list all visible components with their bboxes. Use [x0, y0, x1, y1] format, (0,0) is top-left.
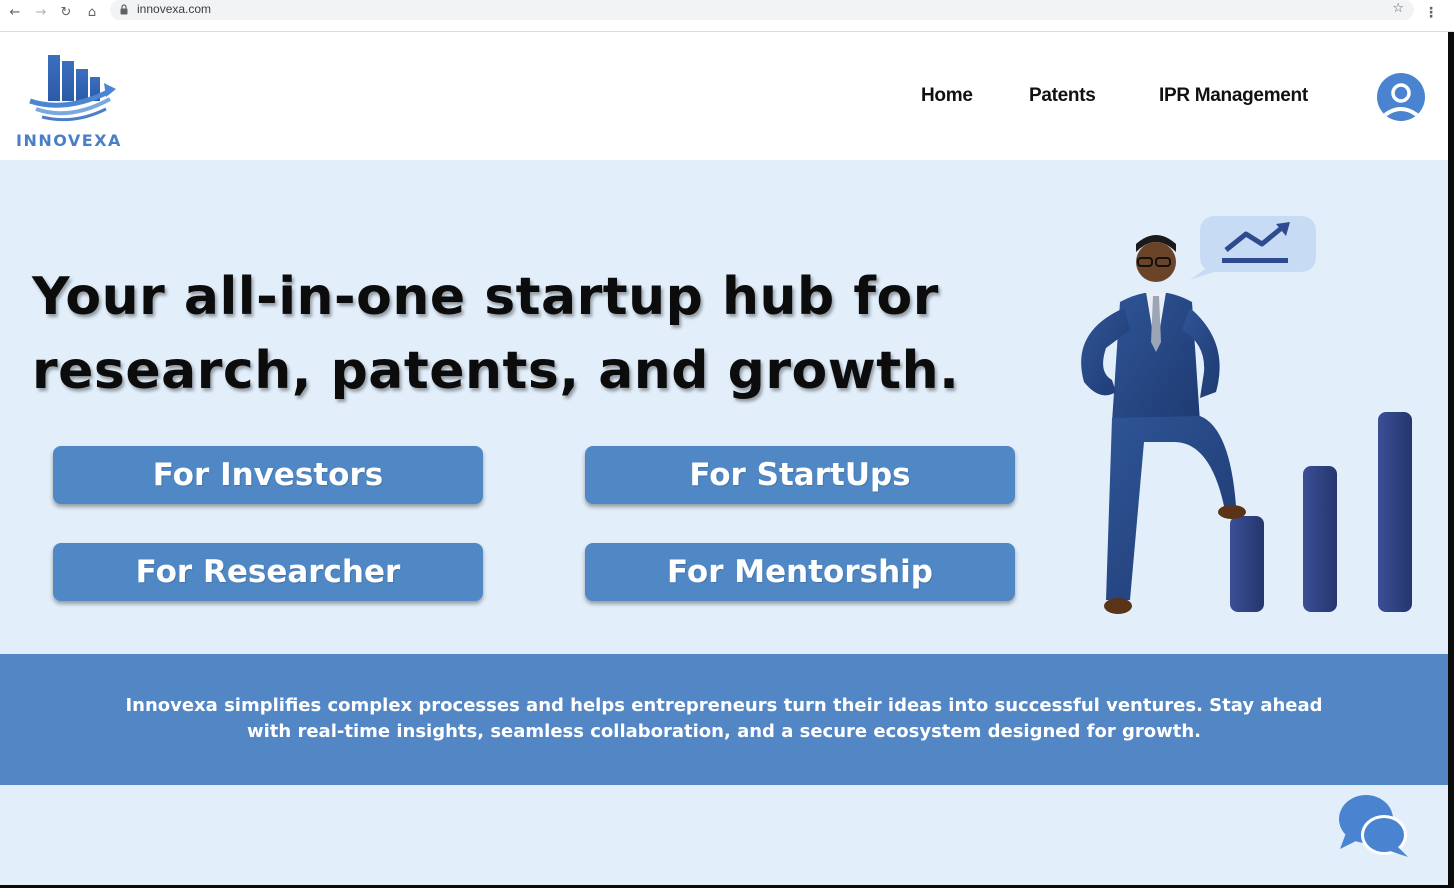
info-band: Innovexa simplifies complex processes an…	[0, 654, 1448, 785]
nav-home[interactable]: Home	[921, 85, 973, 107]
arrow-left-icon[interactable]: ←	[5, 3, 25, 23]
for-investors-button[interactable]: For Investors	[53, 446, 483, 504]
chat-bubbles-icon[interactable]	[1338, 793, 1410, 859]
info-text: Innovexa simplifies complex processes an…	[60, 693, 1388, 745]
for-mentorship-button[interactable]: For Mentorship	[585, 543, 1015, 601]
reload-icon[interactable]: ↻	[56, 3, 76, 23]
hero-section: Your all-in-one startup hub for research…	[0, 160, 1448, 654]
arrow-right-icon[interactable]: →	[31, 3, 51, 23]
bottom-area	[0, 785, 1448, 885]
nav-ipr-management[interactable]: IPR Management	[1159, 85, 1308, 107]
hero-title-line-2: research, patents, and growth.	[32, 341, 960, 401]
nav-patents[interactable]: Patents	[1029, 85, 1096, 107]
kebab-menu-icon[interactable]: ⋮	[1424, 3, 1438, 23]
browser-toolbar: ← → ↻ ⌂ innovexa.com ☆ ⋮	[0, 0, 1454, 32]
hero-title: Your all-in-one startup hub for research…	[32, 260, 1032, 408]
for-startups-button[interactable]: For StartUps	[585, 446, 1015, 504]
for-researcher-button[interactable]: For Researcher	[53, 543, 483, 601]
logo[interactable]: INNOVEXA	[14, 51, 134, 151]
site-header: INNOVEXA Home Patents IPR Management	[0, 33, 1448, 160]
user-avatar-icon[interactable]	[1377, 73, 1425, 121]
logo-chart-icon	[29, 55, 116, 122]
businessman-illustration	[1081, 216, 1412, 614]
lock-icon	[120, 4, 128, 15]
home-icon[interactable]: ⌂	[82, 3, 102, 23]
info-text-line-2: with real-time insights, seamless collab…	[246, 721, 1202, 742]
hero-title-line-1: Your all-in-one startup hub for	[32, 267, 939, 327]
info-text-line-1: Innovexa simplifies complex processes an…	[125, 695, 1323, 716]
window-edge	[1448, 32, 1454, 888]
star-icon[interactable]: ☆	[1392, 1, 1404, 16]
speech-bubble-icon	[1190, 216, 1316, 280]
url-text: innovexa.com	[137, 2, 212, 16]
address-bar[interactable]: innovexa.com ☆	[110, 0, 1414, 20]
logo-text: INNOVEXA	[16, 131, 122, 150]
